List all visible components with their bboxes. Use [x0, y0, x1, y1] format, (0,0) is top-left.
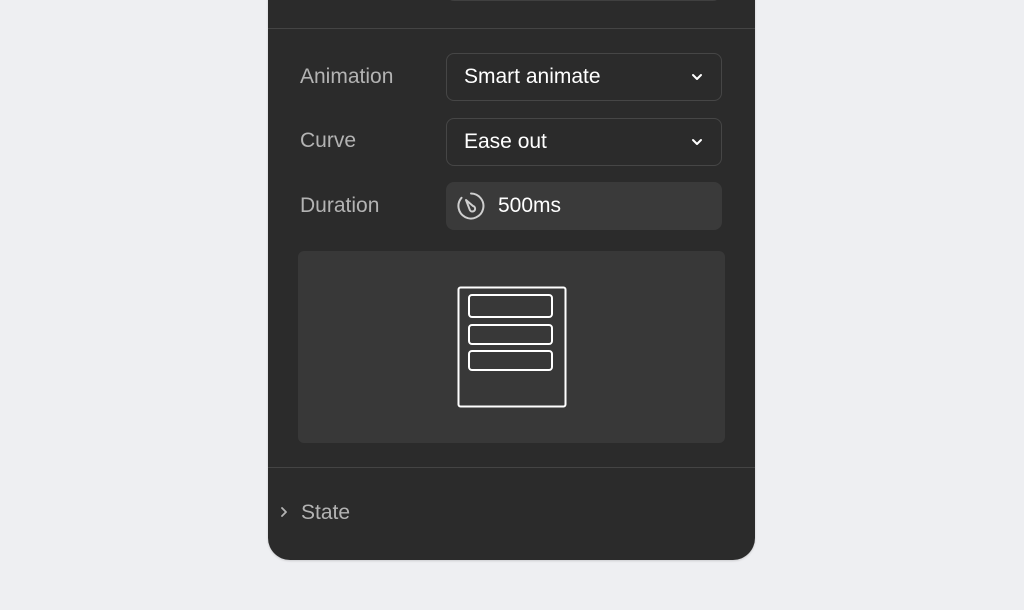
section-divider	[268, 467, 755, 468]
animation-select[interactable]: Smart animate	[446, 53, 722, 101]
chevron-down-icon	[692, 139, 702, 145]
chevron-down-icon	[692, 74, 702, 80]
animation-value: Smart animate	[464, 65, 601, 88]
curve-value: Ease out	[464, 130, 547, 153]
previous-field-edge	[446, 0, 721, 1]
section-divider	[268, 28, 755, 29]
animation-label: Animation	[300, 65, 394, 88]
prototype-panel: Animation Smart animate Curve Ease out D…	[268, 0, 755, 560]
dial-icon	[457, 192, 485, 220]
curve-label: Curve	[300, 129, 357, 152]
state-section-label: State	[301, 501, 351, 524]
state-section-toggle[interactable]: State	[268, 490, 755, 536]
duration-value: 500ms	[498, 194, 562, 217]
duration-input[interactable]: 500ms	[446, 182, 722, 230]
duration-label: Duration	[300, 194, 380, 217]
animation-preview	[298, 251, 725, 443]
curve-select[interactable]: Ease out	[446, 118, 722, 166]
chevron-right-icon	[281, 507, 287, 517]
device-list-preview-icon	[457, 286, 567, 408]
